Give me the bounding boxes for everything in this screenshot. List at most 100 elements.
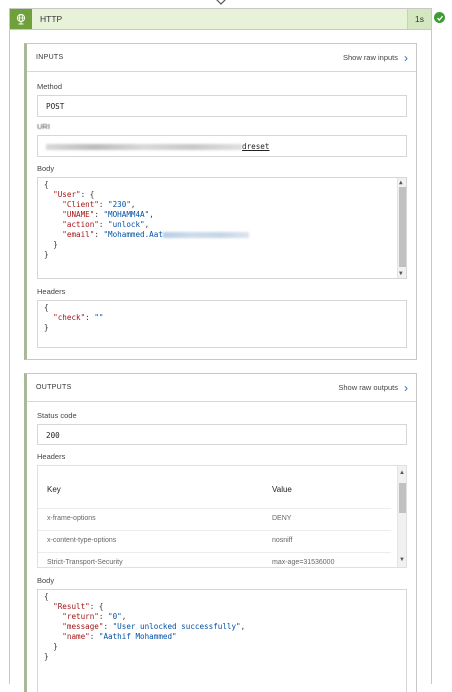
column-value: Value	[272, 485, 292, 494]
scroll-up-icon[interactable]: ▲	[399, 470, 405, 476]
code-line: }	[44, 652, 406, 662]
outputs-body-code: { "Result": { "return": "0", "message": …	[38, 590, 406, 662]
status-code-label: Status code	[37, 411, 77, 420]
card-title: HTTP	[40, 14, 63, 24]
code-punct: :	[103, 622, 113, 631]
chevron-right-icon: ›	[404, 380, 408, 395]
outputs-section: OUTPUTS Show raw outputs › Status code 2…	[24, 373, 417, 692]
code-punct: : {	[80, 190, 95, 199]
status-code-value: 200	[46, 431, 60, 440]
code-line: {	[44, 180, 406, 190]
body-label: Body	[37, 164, 55, 173]
code-line: "name": "Aathif Mohammed"	[44, 632, 406, 642]
inputs-header: INPUTS Show raw inputs ›	[27, 44, 416, 72]
code-line: {	[44, 303, 406, 313]
connector-arrow-icon	[216, 0, 226, 5]
method-label: Method	[37, 82, 63, 91]
scroll-up-icon[interactable]: ▲	[399, 179, 403, 186]
headers-label: Headers	[37, 287, 66, 296]
redacted-text	[162, 232, 249, 238]
raw-link-label: Show raw outputs	[338, 383, 398, 392]
show-raw-inputs-link[interactable]: Show raw inputs ›	[342, 50, 408, 65]
scroll-down-icon[interactable]: ▼	[399, 270, 403, 277]
inputs-body-viewer[interactable]: { "User": { "Client": "230", "UNAME": "M…	[37, 177, 407, 279]
code-punct: :	[98, 220, 109, 229]
table-row: x-content-type-options nosniff	[38, 530, 391, 551]
code-line: "UNAME": "MOHAMM4A",	[44, 210, 406, 220]
show-raw-outputs-link[interactable]: Show raw outputs ›	[338, 380, 408, 395]
json-key: "message"	[62, 622, 104, 631]
header-key: Strict-Transport-Security	[47, 559, 123, 566]
code-line: {	[44, 592, 406, 602]
code-punct: ,	[144, 220, 150, 229]
code-punct: {	[44, 303, 49, 312]
table-header: Key Value	[38, 466, 391, 508]
code-line: }	[44, 250, 406, 260]
success-check-icon	[433, 11, 446, 24]
scroll-down-icon[interactable]: ▼	[399, 557, 405, 563]
globe-icon	[10, 9, 32, 29]
code-punct: }	[44, 250, 49, 259]
http-action-card: HTTP 1s INPUTS Show raw inputs › Method …	[9, 8, 446, 692]
code-punct: ,	[121, 612, 127, 621]
headers-table-scrollbar[interactable]: ▲ ▼	[397, 466, 406, 567]
json-key: "action"	[62, 220, 99, 229]
header-key: x-frame-options	[47, 515, 96, 522]
code-line: "Result": {	[44, 602, 406, 612]
code-punct: ,	[130, 200, 136, 209]
json-value: "Aathif Mohammed"	[98, 632, 177, 641]
json-value: "unlock"	[108, 220, 145, 229]
uri-label: URI	[37, 122, 50, 131]
inputs-headers-code: { "check": ""}	[38, 301, 406, 333]
code-punct: {	[44, 180, 49, 189]
code-line: "action": "unlock",	[44, 220, 406, 230]
code-line: "Client": "230",	[44, 200, 406, 210]
table-row: Strict-Transport-Security max-age=3153600…	[38, 552, 391, 567]
json-key: "UNAME"	[62, 210, 95, 219]
code-punct: }	[53, 642, 58, 651]
method-field: POST	[37, 95, 407, 117]
json-value: "230"	[108, 200, 131, 209]
outputs-headers-table[interactable]: Key Value x-frame-options DENY x-content-t…	[37, 465, 407, 568]
code-line: }	[44, 642, 406, 652]
scroll-thumb[interactable]	[399, 483, 406, 513]
code-line: }	[44, 323, 406, 333]
header-value: max-age=31536000	[272, 559, 335, 566]
code-line: "email": "Mohammed.Aat	[44, 230, 406, 240]
inputs-body-code: { "User": { "Client": "230", "UNAME": "M…	[38, 178, 406, 260]
inputs-section: INPUTS Show raw inputs › Method POST URI…	[24, 43, 417, 360]
headers-label: Headers	[37, 452, 66, 461]
outputs-header: OUTPUTS Show raw outputs ›	[27, 374, 416, 402]
inputs-body-scrollbar[interactable]: ▲ ▼	[397, 178, 406, 278]
inputs-headers-viewer[interactable]: { "check": ""}	[37, 300, 407, 348]
json-value: ""	[94, 313, 104, 322]
code-punct: :	[98, 612, 109, 621]
raw-link-label: Show raw inputs	[342, 53, 398, 62]
outputs-body-viewer[interactable]: { "Result": { "return": "0", "message": …	[37, 589, 407, 692]
duration-badge: 1s	[407, 9, 431, 29]
code-line: "message": "User unlocked successfully",	[44, 622, 406, 632]
code-punct: : {	[89, 602, 104, 611]
json-value: "0"	[108, 612, 122, 621]
code-punct: {	[44, 592, 49, 601]
body-label: Body	[37, 576, 55, 585]
status-code-field: 200	[37, 424, 407, 445]
uri-field: dreset	[37, 135, 407, 157]
column-key: Key	[47, 485, 61, 494]
method-value: POST	[46, 102, 65, 111]
scroll-thumb[interactable]	[399, 187, 406, 267]
json-key: "return"	[62, 612, 99, 621]
code-punct: }	[53, 240, 58, 249]
header-value: nosniff	[272, 537, 293, 544]
code-line: "User": {	[44, 190, 406, 200]
chevron-right-icon: ›	[404, 50, 408, 65]
card-header[interactable]: HTTP 1s	[10, 9, 431, 30]
json-key: "User"	[53, 190, 81, 199]
code-line: }	[44, 240, 406, 250]
section-title: INPUTS	[36, 54, 64, 61]
code-line: "return": "0",	[44, 612, 406, 622]
code-line: "check": ""	[44, 313, 406, 323]
code-punct: }	[44, 652, 49, 661]
json-value: "Mohammed.Aat	[103, 230, 163, 239]
json-key: "Client"	[62, 200, 99, 209]
